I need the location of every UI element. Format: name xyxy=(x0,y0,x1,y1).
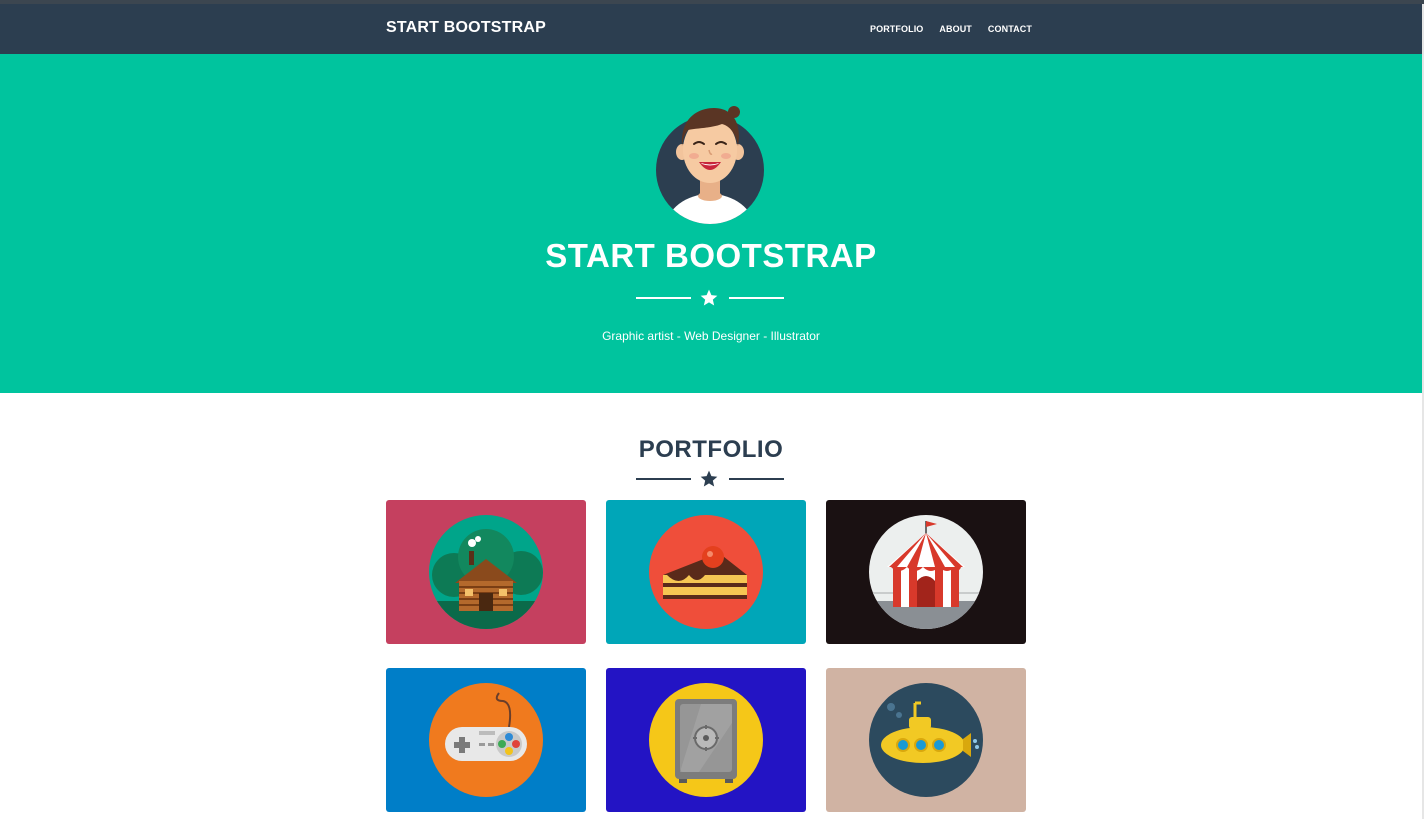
portfolio-item-cabin[interactable] xyxy=(386,500,586,644)
nav-link-about[interactable]: ABOUT xyxy=(939,24,972,34)
submarine-icon xyxy=(869,683,983,797)
cake-icon xyxy=(649,515,763,629)
divider-line xyxy=(636,478,691,480)
navbar-brand[interactable]: START BOOTSTRAP xyxy=(386,19,546,37)
safe-icon xyxy=(649,683,763,797)
portfolio-item-submarine[interactable] xyxy=(826,668,1026,812)
star-icon xyxy=(700,470,718,487)
nav-links: PORTFOLIO ABOUT CONTACT xyxy=(870,24,1032,34)
hero-title: START BOOTSTRAP xyxy=(545,237,877,274)
masthead: START BOOTSTRAP Graphic artist - Web Des… xyxy=(0,54,1422,393)
star-icon xyxy=(700,289,718,306)
divider-line xyxy=(729,297,784,299)
game-controller-icon xyxy=(429,683,543,797)
nav-link-portfolio[interactable]: PORTFOLIO xyxy=(870,24,923,34)
portfolio-title: PORTFOLIO xyxy=(638,436,784,463)
navbar: START BOOTSTRAP PORTFOLIO ABOUT CONTACT xyxy=(0,4,1422,54)
hero-subtitle: Graphic artist - Web Designer - Illustra… xyxy=(602,329,820,343)
portfolio-item-game[interactable] xyxy=(386,668,586,812)
hero-divider xyxy=(636,288,784,308)
circus-tent-icon xyxy=(869,515,983,629)
cabin-icon xyxy=(429,515,543,629)
portfolio-item-cake[interactable] xyxy=(606,500,806,644)
avatar xyxy=(656,106,764,224)
nav-link-contact[interactable]: CONTACT xyxy=(988,24,1032,34)
portfolio-item-safe[interactable] xyxy=(606,668,806,812)
divider-line xyxy=(636,297,691,299)
divider-line xyxy=(729,478,784,480)
portfolio-divider xyxy=(636,469,784,489)
portfolio-item-circus[interactable] xyxy=(826,500,1026,644)
